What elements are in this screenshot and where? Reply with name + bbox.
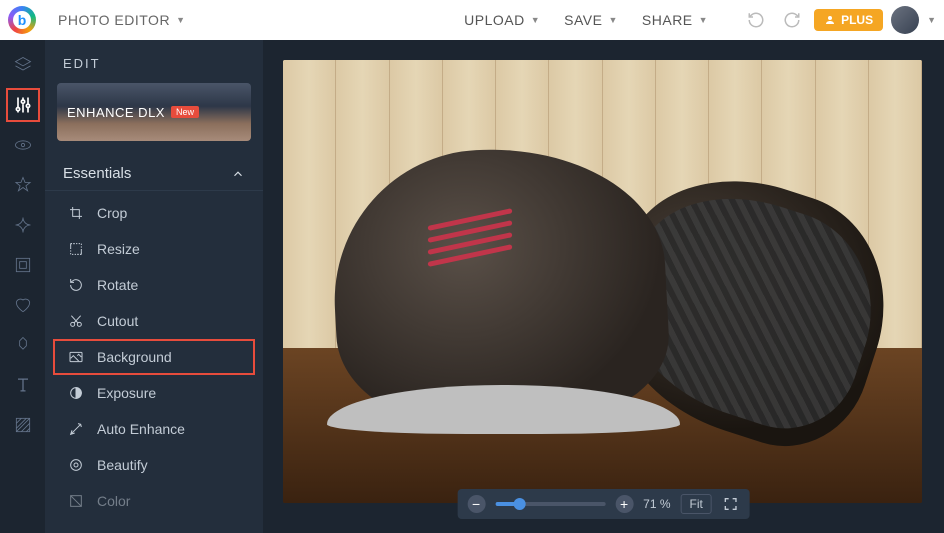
- fit-button[interactable]: Fit: [681, 494, 712, 514]
- tool-color[interactable]: Color: [45, 483, 263, 519]
- share-button[interactable]: SHARE▼: [632, 8, 718, 32]
- sparkle-icon[interactable]: [12, 214, 34, 236]
- new-badge: New: [171, 106, 199, 118]
- main-layout: EDIT ENHANCE DLX New Essentials Crop Res…: [0, 40, 944, 533]
- caret-down-icon: ▼: [699, 15, 708, 25]
- chevron-up-icon: [231, 167, 245, 181]
- enhance-dlx-promo[interactable]: ENHANCE DLX New: [57, 83, 251, 141]
- caret-down-icon: ▼: [608, 15, 617, 25]
- canvas-area: − + 71 % Fit: [263, 40, 944, 533]
- exposure-icon: [67, 384, 85, 402]
- tool-crop[interactable]: Crop: [45, 195, 263, 231]
- heart-icon[interactable]: [12, 294, 34, 316]
- tool-beautify[interactable]: Beautify: [45, 447, 263, 483]
- shape-icon[interactable]: [12, 334, 34, 356]
- tool-resize[interactable]: Resize: [45, 231, 263, 267]
- tools-list: Crop Resize Rotate Cutout Background Exp…: [45, 195, 263, 519]
- undo-button[interactable]: [742, 6, 770, 34]
- fullscreen-button[interactable]: [722, 495, 740, 513]
- caret-down-icon: ▼: [927, 15, 936, 25]
- edit-sidebar: EDIT ENHANCE DLX New Essentials Crop Res…: [45, 40, 263, 533]
- upload-button[interactable]: UPLOAD▼: [454, 8, 550, 32]
- crop-icon: [67, 204, 85, 222]
- caret-down-icon: ▼: [531, 15, 540, 25]
- beautify-icon: [67, 456, 85, 474]
- star-icon[interactable]: [12, 174, 34, 196]
- save-button[interactable]: SAVE▼: [554, 8, 628, 32]
- tool-auto-enhance[interactable]: Auto Enhance: [45, 411, 263, 447]
- layers-icon[interactable]: [12, 54, 34, 76]
- plus-upgrade-button[interactable]: PLUS: [814, 9, 883, 31]
- zoom-in-button[interactable]: +: [615, 495, 633, 513]
- app-mode-label: PHOTO EDITOR: [58, 12, 170, 28]
- tool-cutout[interactable]: Cutout: [45, 303, 263, 339]
- caret-down-icon: ▼: [176, 15, 185, 25]
- photo-editor-dropdown[interactable]: PHOTO EDITOR ▼: [48, 16, 195, 24]
- essentials-section-header[interactable]: Essentials: [45, 157, 263, 191]
- user-avatar[interactable]: [891, 6, 919, 34]
- text-icon[interactable]: [12, 374, 34, 396]
- sidebar-title: EDIT: [45, 56, 263, 83]
- edit-sliders-icon[interactable]: [12, 94, 34, 116]
- eye-icon[interactable]: [12, 134, 34, 156]
- zoom-toolbar: − + 71 % Fit: [457, 489, 750, 519]
- top-bar: b PHOTO EDITOR ▼ UPLOAD▼ SAVE▼ SHARE▼ PL…: [0, 0, 944, 40]
- app-logo[interactable]: b: [8, 6, 36, 34]
- resize-icon: [67, 240, 85, 258]
- auto-enhance-icon: [67, 420, 85, 438]
- zoom-slider[interactable]: [495, 502, 605, 506]
- tool-rail: [0, 40, 45, 533]
- image-canvas[interactable]: [283, 60, 922, 503]
- frame-icon[interactable]: [12, 254, 34, 276]
- tool-exposure[interactable]: Exposure: [45, 375, 263, 411]
- tool-background[interactable]: Background: [45, 339, 263, 375]
- cutout-icon: [67, 312, 85, 330]
- rotate-icon: [67, 276, 85, 294]
- tool-rotate[interactable]: Rotate: [45, 267, 263, 303]
- redo-button[interactable]: [778, 6, 806, 34]
- background-icon: [67, 348, 85, 366]
- zoom-out-button[interactable]: −: [467, 495, 485, 513]
- zoom-percent: 71 %: [643, 497, 670, 511]
- color-icon: [67, 492, 85, 510]
- texture-icon[interactable]: [12, 414, 34, 436]
